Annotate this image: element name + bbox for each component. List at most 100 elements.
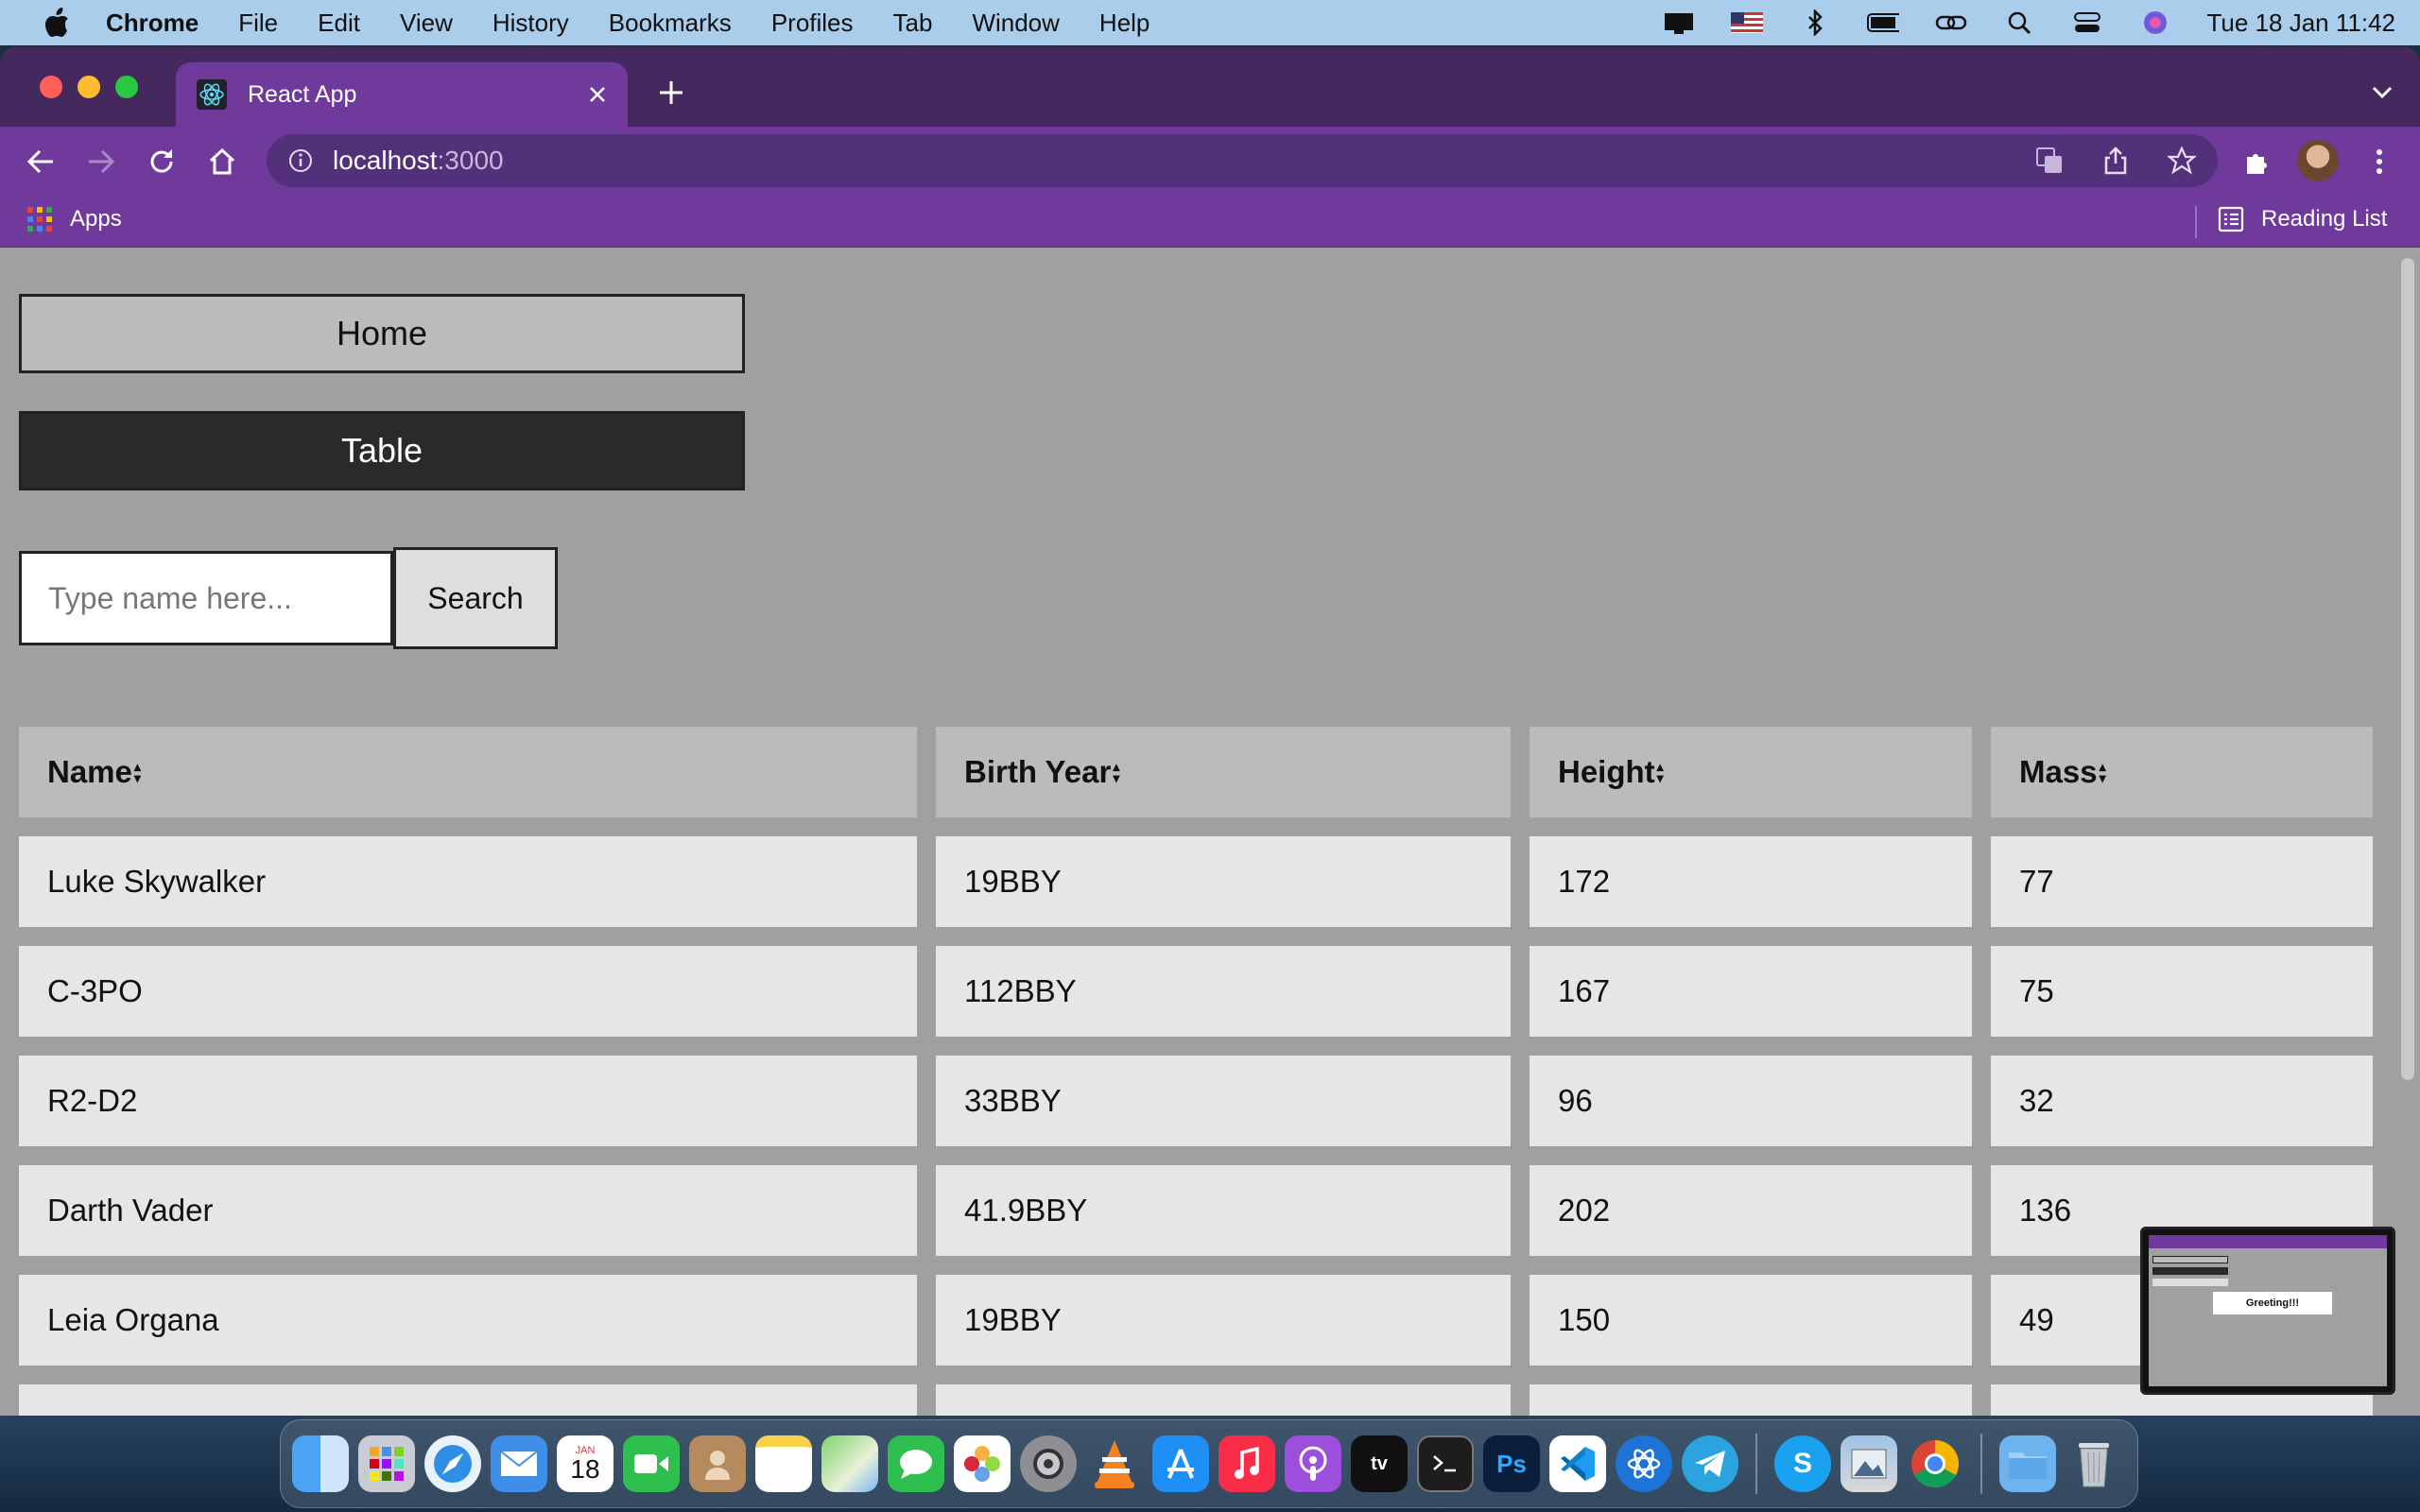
back-arrow-icon[interactable] xyxy=(21,142,60,181)
zoom-window-button[interactable] xyxy=(115,76,138,98)
tab-react-app[interactable]: React App xyxy=(176,62,628,127)
menu-help[interactable]: Help xyxy=(1099,9,1150,38)
screen-record-icon[interactable] xyxy=(1663,10,1695,35)
telegram-icon[interactable] xyxy=(1682,1435,1738,1492)
cell-mass: 32 xyxy=(1991,1056,2373,1146)
facetime-icon[interactable] xyxy=(623,1435,680,1492)
system-preferences-icon[interactable] xyxy=(1020,1435,1077,1492)
calendar-icon[interactable]: JAN 18 xyxy=(557,1435,614,1492)
menu-profiles[interactable]: Profiles xyxy=(771,9,854,38)
maps-icon[interactable] xyxy=(821,1435,878,1492)
minimize-window-button[interactable] xyxy=(78,76,100,98)
menu-bookmarks[interactable]: Bookmarks xyxy=(609,9,732,38)
new-tab-icon[interactable] xyxy=(652,74,690,112)
skype-icon[interactable]: S xyxy=(1774,1435,1831,1492)
url-text[interactable]: localhost:3000 xyxy=(333,146,504,176)
vscode-icon[interactable] xyxy=(1549,1435,1606,1492)
page-scrollbar[interactable] xyxy=(2401,258,2414,1080)
screenshot-thumbnail[interactable]: Greeting!!! xyxy=(2140,1227,2395,1395)
menu-edit[interactable]: Edit xyxy=(318,9,360,38)
terminal-icon[interactable] xyxy=(1417,1435,1474,1492)
search-input[interactable] xyxy=(19,551,393,645)
menu-window[interactable]: Window xyxy=(972,9,1059,38)
notes-icon[interactable] xyxy=(755,1435,812,1492)
dock-separator xyxy=(1980,1434,1982,1494)
apple-icon[interactable] xyxy=(36,8,78,37)
menu-history[interactable]: History xyxy=(493,9,569,38)
reload-icon[interactable] xyxy=(142,142,182,181)
music-icon[interactable] xyxy=(1219,1435,1275,1492)
us-flag-icon[interactable] xyxy=(1730,10,1763,35)
cell-name: Owen Lars xyxy=(19,1384,917,1416)
cell-name: C-3PO xyxy=(19,946,917,1037)
profile-avatar[interactable] xyxy=(2297,140,2339,181)
bookmark-apps[interactable]: Apps xyxy=(26,206,122,232)
cell-birth-year: 112BBY xyxy=(936,946,1511,1037)
header-birth-year[interactable]: Birth Year ▴ ▾ xyxy=(936,727,1511,817)
cell-height: 167 xyxy=(1530,946,1972,1037)
header-mass[interactable]: Mass ▴ ▾ xyxy=(1991,727,2373,817)
reading-list-label: Reading List xyxy=(2261,206,2388,232)
nav-home-button[interactable]: Home xyxy=(19,294,745,373)
mail-icon[interactable] xyxy=(491,1435,547,1492)
photoshop-icon[interactable]: Ps xyxy=(1483,1435,1540,1492)
cell-birth-year: 52BBY xyxy=(936,1384,1511,1416)
chrome-icon[interactable] xyxy=(1907,1435,1963,1492)
header-name[interactable]: Name ▴ ▾ xyxy=(19,727,917,817)
spotlight-search-icon[interactable] xyxy=(2003,10,2035,35)
siri-icon[interactable] xyxy=(2139,10,2171,35)
menu-tab[interactable]: Tab xyxy=(893,9,933,38)
battery-icon[interactable] xyxy=(1866,10,1899,35)
site-info-icon[interactable] xyxy=(285,146,316,176)
tab-strip: React App xyxy=(0,47,2420,127)
sort-arrows-icon[interactable]: ▴ ▾ xyxy=(1113,760,1119,784)
menu-clock[interactable]: Tue 18 Jan 11:42 xyxy=(2207,9,2395,38)
link-icon[interactable] xyxy=(1935,10,1967,35)
control-center-icon[interactable] xyxy=(2071,10,2103,35)
trash-icon[interactable] xyxy=(2066,1435,2122,1492)
address-bar[interactable]: localhost:3000 xyxy=(267,134,2218,187)
tab-search-chevron-icon[interactable] xyxy=(2365,76,2399,110)
home-icon[interactable] xyxy=(202,142,242,181)
menu-view[interactable]: View xyxy=(400,9,453,38)
sort-arrows-icon[interactable]: ▴ ▾ xyxy=(134,760,141,784)
nav-table-button[interactable]: Table xyxy=(19,411,745,490)
forward-arrow-icon[interactable] xyxy=(81,142,121,181)
photos-icon[interactable] xyxy=(954,1435,1011,1492)
safari-icon[interactable] xyxy=(424,1435,481,1492)
search-button[interactable]: Search xyxy=(393,547,558,649)
downloads-folder-icon[interactable] xyxy=(1999,1435,2056,1492)
launchpad-icon[interactable] xyxy=(358,1435,415,1492)
header-height[interactable]: Height ▴ ▾ xyxy=(1530,727,1972,817)
bookmark-star-icon[interactable] xyxy=(2163,142,2201,180)
cell-birth-year: 19BBY xyxy=(936,1275,1511,1366)
preview-icon[interactable] xyxy=(1841,1435,1897,1492)
extensions-puzzle-icon[interactable] xyxy=(2237,142,2276,181)
dock-separator xyxy=(1755,1434,1757,1494)
apps-grid-icon xyxy=(27,207,52,232)
close-window-button[interactable] xyxy=(40,76,62,98)
cell-name: Darth Vader xyxy=(19,1165,917,1256)
cell-height: 150 xyxy=(1530,1275,1972,1366)
translate-icon[interactable] xyxy=(2031,142,2068,180)
share-icon[interactable] xyxy=(2097,142,2135,180)
vlc-icon[interactable] xyxy=(1086,1435,1143,1492)
menu-file[interactable]: File xyxy=(238,9,278,38)
finder-icon[interactable] xyxy=(292,1435,349,1492)
apple-tv-icon[interactable]: tv xyxy=(1351,1435,1408,1492)
contacts-icon[interactable] xyxy=(689,1435,746,1492)
url-port: :3000 xyxy=(437,146,504,175)
menu-app-name[interactable]: Chrome xyxy=(106,9,199,38)
app-store-icon[interactable] xyxy=(1152,1435,1209,1492)
sort-arrows-icon[interactable]: ▴ ▾ xyxy=(2100,760,2106,784)
chrome-menu-icon[interactable] xyxy=(2360,142,2399,181)
cell-height: 178 xyxy=(1530,1384,1972,1416)
messages-icon[interactable] xyxy=(888,1435,944,1492)
reading-list-button[interactable]: Reading List xyxy=(2218,206,2387,232)
sort-arrows-icon[interactable]: ▴ ▾ xyxy=(1657,760,1664,784)
xcode-icon[interactable] xyxy=(1616,1435,1672,1492)
cell-birth-year: 33BBY xyxy=(936,1056,1511,1146)
podcasts-icon[interactable] xyxy=(1285,1435,1341,1492)
close-tab-icon[interactable] xyxy=(579,76,616,113)
bluetooth-icon[interactable] xyxy=(1799,9,1831,36)
